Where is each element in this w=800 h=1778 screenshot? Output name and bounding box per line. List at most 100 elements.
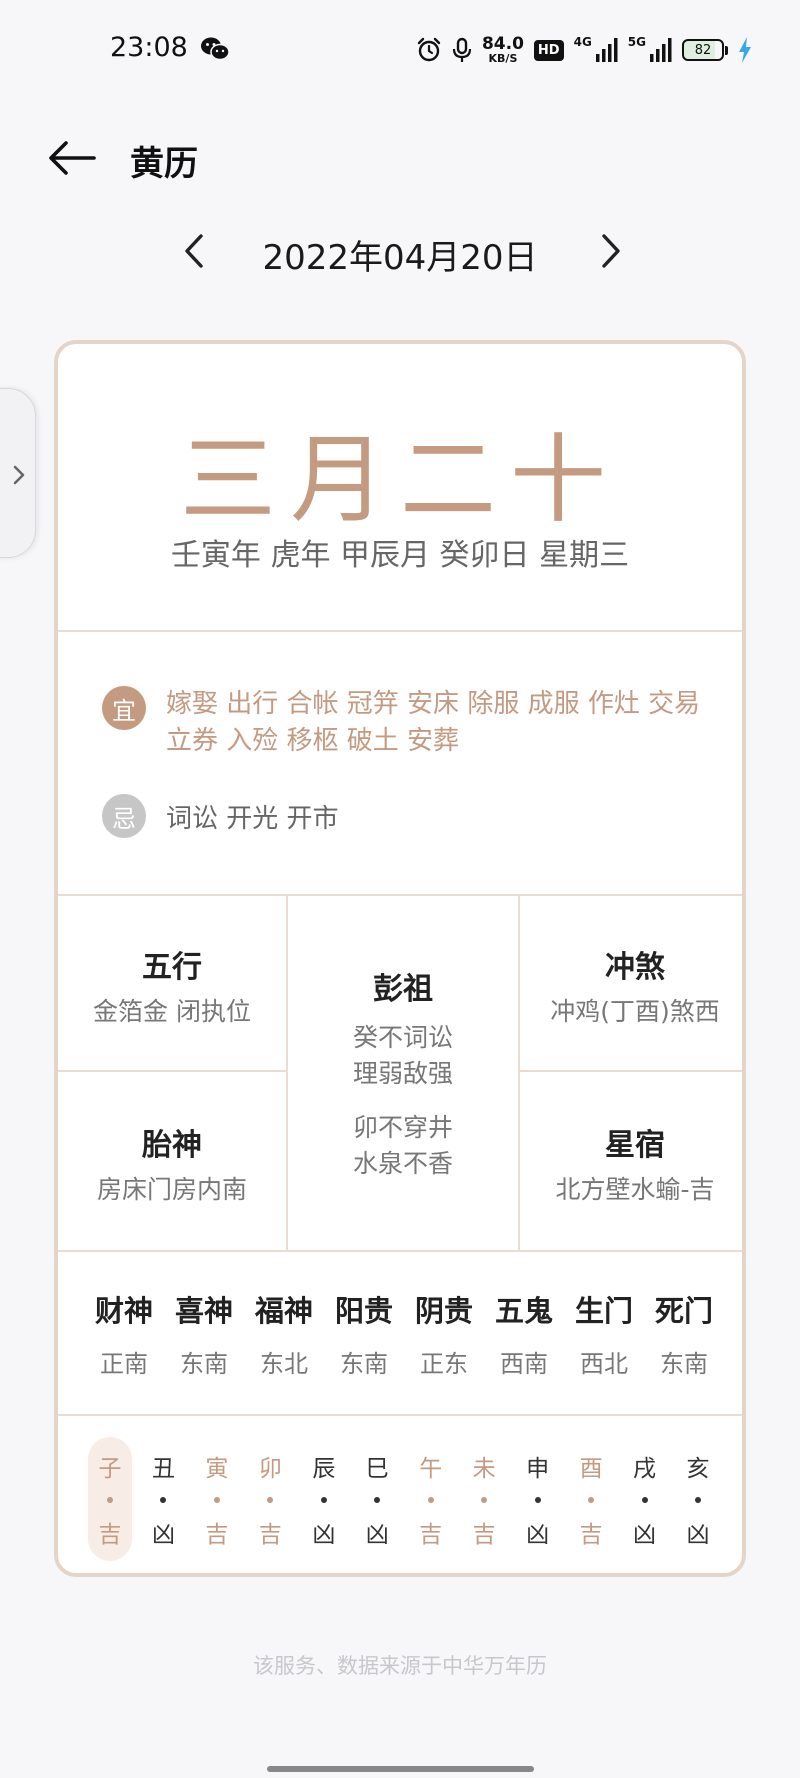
pengzu-title: 彭祖 [373,972,433,1007]
god-name: 阳贵 [334,1294,393,1328]
divider [58,894,742,896]
hour-luck: 吉 [98,1522,122,1548]
hour-item[interactable]: 卯吉 [248,1437,292,1561]
net-speed-unit: KB/S [488,52,518,65]
status-time: 23:08 [110,32,188,63]
wechat-icon [201,37,230,61]
hour-item[interactable]: 午吉 [409,1437,453,1561]
hour-dot [374,1497,381,1503]
back-button[interactable] [46,138,98,178]
net1-label: 4G [573,35,592,49]
chongsha-title: 冲煞 [605,950,665,985]
hour-branch: 卯 [258,1456,282,1482]
hour-fortune-row: 子吉丑凶寅吉卯吉辰凶巳凶午吉未吉申凶酉吉戌凶亥凶 [88,1437,720,1561]
hour-branch: 午 [419,1456,443,1482]
pengzu-line3: 卯不穿井 [352,1113,453,1142]
hour-item[interactable]: 酉吉 [569,1437,613,1561]
hour-item[interactable]: 辰凶 [302,1437,346,1561]
data-source-note: 该服务、数据来源于中华万年历 [253,1654,547,1678]
hour-dot [267,1497,274,1503]
hour-item[interactable]: 丑凶 [141,1437,185,1561]
gods-directions: 财神 正南 喜神 东南 福神 东北 阳贵 东南 阴贵 正东 五鬼 西南 生门 西北 死门 东南 [88,1288,720,1379]
god-name: 阴贵 [414,1294,473,1328]
home-indicator[interactable] [267,1766,534,1772]
hour-dot [213,1497,220,1503]
hour-dot [160,1497,167,1503]
yi-items: 嫁娶 出行 合帐 冠笄 安床 除服 成服 作灶 交易 立券 入殓 移柩 破土 安… [166,689,701,756]
lunar-date: 三月二十 [180,424,620,536]
hour-item[interactable]: 子吉 [88,1437,132,1561]
god-column: 阳贵 东南 [328,1288,400,1379]
hour-dot [694,1497,701,1503]
charging-bolt-icon [739,37,751,63]
battery-level: 82 [682,39,724,61]
god-direction: 东南 [180,1350,228,1378]
divider [58,1070,288,1072]
hour-luck: 吉 [579,1522,603,1548]
hour-luck: 凶 [365,1522,389,1548]
hour-item[interactable]: 寅吉 [195,1437,239,1561]
divider [58,1250,742,1252]
hour-item[interactable]: 巳凶 [355,1437,399,1561]
net2-label: 5G [627,35,646,49]
hour-item[interactable]: 未吉 [462,1437,506,1561]
chongsha-value: 冲鸡(丁酉)煞西 [550,997,720,1026]
wuxing-value: 金箔金 闭执位 [93,997,251,1026]
hour-branch: 丑 [151,1456,175,1482]
god-direction: 正东 [420,1350,468,1378]
taishen-value: 房床门房内南 [96,1175,247,1204]
almanac-page: 23:08 84.0 KB/S HD 4G 5G 82 黄历 2022年04月2… [0,0,800,1778]
hour-luck: 吉 [419,1522,443,1548]
divider [518,1070,742,1072]
hour-branch: 子 [98,1456,122,1482]
hour-branch: 亥 [686,1456,710,1482]
chevron-right-icon [13,465,25,485]
signal-icon [650,38,672,62]
god-column: 喜神 东南 [168,1288,240,1379]
ji-items: 词讼 开光 开市 [166,804,339,834]
divider [58,630,742,632]
divider [58,1414,742,1416]
mic-icon [452,37,472,62]
god-column: 财神 正南 [88,1288,160,1379]
hour-dot [481,1497,488,1503]
god-column: 阴贵 正东 [408,1288,480,1379]
hour-branch: 酉 [579,1456,603,1482]
page-title: 黄历 [130,144,198,184]
date-navigator: 2022年04月20日 [0,226,800,279]
god-column: 福神 东北 [248,1288,320,1379]
current-date[interactable]: 2022年04月20日 [0,230,800,279]
hour-luck: 凶 [312,1522,336,1548]
status-bar: 23:08 84.0 KB/S HD 4G 5G 82 [0,0,800,100]
almanac-card: 三月二十 壬寅年 虎年 甲辰月 癸卯日 星期三 宜 嫁娶 出行 合帐 冠笄 安床… [54,340,746,1577]
hour-branch: 戌 [633,1456,657,1482]
taishen-title: 胎神 [142,1128,202,1163]
hd-badge: HD [533,39,564,61]
god-direction: 西北 [580,1350,628,1378]
hour-dot [320,1497,327,1503]
next-day-button[interactable] [590,230,630,272]
hour-dot [588,1497,595,1503]
hour-luck: 吉 [258,1522,282,1548]
god-name: 死门 [654,1294,713,1328]
hour-branch: 辰 [312,1456,336,1482]
status-icons: 84.0 KB/S HD 4G 5G 82 [416,32,752,68]
hour-item[interactable]: 亥凶 [676,1437,720,1561]
hour-dot [534,1497,541,1503]
god-direction: 东北 [260,1350,308,1378]
signal-icon [595,38,618,62]
hour-item[interactable]: 戌凶 [623,1437,667,1561]
god-name: 喜神 [174,1294,233,1328]
back-arrow-icon [49,141,96,175]
hour-luck: 吉 [205,1522,229,1548]
hour-dot [107,1497,113,1503]
battery-tip [725,45,728,55]
ganzhi-line: 壬寅年 虎年 甲辰月 癸卯日 星期三 [170,538,630,573]
god-direction: 东南 [660,1350,708,1378]
yi-badge: 宜 [102,686,146,730]
hour-item[interactable]: 申凶 [516,1437,560,1561]
god-direction: 东南 [340,1350,388,1378]
pengzu-line1: 癸不词讼 [352,1023,453,1052]
hour-luck: 吉 [472,1522,496,1548]
side-drawer-handle[interactable] [0,388,36,558]
